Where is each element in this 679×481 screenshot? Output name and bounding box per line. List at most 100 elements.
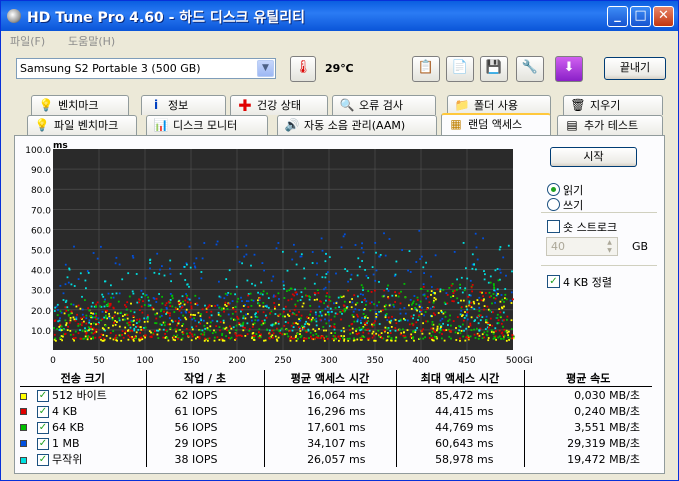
scatter-point bbox=[156, 333, 159, 336]
scatter-point bbox=[395, 337, 397, 340]
series-checkbox[interactable]: ✓ bbox=[37, 421, 49, 434]
title-bar[interactable]: HD Tune Pro 4.60 - 하드 디스크 유틸리티 _ □ ✕ bbox=[1, 1, 678, 31]
close-button[interactable]: ✕ bbox=[653, 6, 674, 27]
scatter-point bbox=[419, 300, 422, 303]
series-checkbox[interactable]: ✓ bbox=[37, 437, 49, 450]
scatter-point bbox=[385, 313, 388, 315]
short-stroke-spinner[interactable]: 40 ▲ ▼ bbox=[546, 237, 618, 256]
scatter-point bbox=[231, 300, 234, 302]
drive-select[interactable]: Samsung S2 Portable 3 (500 GB) ▼ bbox=[16, 58, 276, 79]
scatter-point bbox=[316, 289, 319, 291]
scatter-point bbox=[503, 319, 505, 321]
scatter-point bbox=[416, 299, 419, 301]
scatter-point bbox=[462, 299, 465, 302]
tab-error-scan[interactable]: 🔍 오류 검사 bbox=[332, 95, 436, 115]
tab-disk-monitor[interactable]: 📊 디스크 모니터 bbox=[146, 115, 268, 135]
scatter-point bbox=[133, 329, 136, 332]
scatter-point bbox=[251, 319, 253, 322]
tab-aam[interactable]: 🔊 자동 소음 관리(AAM) bbox=[277, 115, 437, 135]
scatter-point bbox=[365, 328, 368, 331]
short-stroke-checkbox[interactable] bbox=[547, 220, 560, 233]
tab-health[interactable]: ✚ 건강 상태 bbox=[230, 95, 328, 115]
tab-extra-tests[interactable]: ▤ 추가 테스트 bbox=[557, 115, 663, 135]
menu-file[interactable]: 파일(F) bbox=[10, 33, 45, 49]
copy-info-button[interactable]: 📋 bbox=[412, 56, 440, 82]
tab-erase[interactable]: 🗑 지우기 bbox=[563, 95, 663, 115]
scatter-point bbox=[375, 269, 378, 272]
scatter-point bbox=[366, 337, 369, 340]
options-button[interactable]: 🔧 bbox=[516, 56, 544, 82]
scatter-point bbox=[75, 316, 78, 319]
x-tick-label: 500GB bbox=[506, 356, 532, 366]
scatter-point bbox=[188, 245, 191, 248]
maximize-button[interactable]: □ bbox=[630, 6, 651, 27]
start-button[interactable]: 시작 bbox=[550, 147, 637, 167]
scatter-point bbox=[351, 323, 354, 325]
save-button[interactable]: 💾 bbox=[480, 56, 508, 82]
tab-random-access[interactable]: ▦ 랜덤 액세스 bbox=[441, 113, 551, 135]
scatter-point bbox=[226, 308, 229, 310]
scatter-point bbox=[463, 329, 465, 332]
align-4kb-checkbox[interactable]: ✓ bbox=[547, 275, 560, 288]
scatter-point bbox=[410, 308, 413, 310]
scatter-point bbox=[288, 289, 291, 292]
download-button[interactable]: ⬇ bbox=[555, 56, 583, 82]
scatter-point bbox=[185, 328, 188, 330]
series-checkbox[interactable]: ✓ bbox=[37, 454, 49, 466]
tab-info[interactable]: i 정보 bbox=[141, 95, 226, 115]
scatter-point bbox=[109, 304, 112, 306]
menu-help[interactable]: 도움말(H) bbox=[68, 33, 115, 49]
read-radio[interactable] bbox=[547, 183, 560, 196]
scatter-point bbox=[81, 330, 84, 332]
series-checkbox[interactable]: ✓ bbox=[37, 390, 49, 402]
minimize-button[interactable]: _ bbox=[607, 6, 628, 27]
scatter-point bbox=[92, 336, 94, 339]
series-checkbox[interactable]: ✓ bbox=[37, 405, 49, 418]
scatter-point bbox=[282, 280, 285, 283]
scatter-point bbox=[281, 333, 284, 336]
y-tick-label: 50.0 bbox=[31, 247, 51, 257]
y-tick-label: 60.0 bbox=[31, 226, 51, 236]
scatter-point bbox=[473, 308, 476, 310]
spin-down-icon[interactable]: ▼ bbox=[602, 247, 617, 255]
scatter-point bbox=[470, 301, 473, 304]
scatter-point bbox=[292, 326, 295, 328]
exit-button[interactable]: 끝내기 bbox=[604, 57, 666, 80]
scatter-point bbox=[386, 287, 388, 290]
scatter-point bbox=[143, 304, 146, 306]
scatter-point bbox=[425, 297, 428, 300]
scatter-point bbox=[207, 339, 209, 342]
scatter-point bbox=[464, 287, 467, 290]
scatter-point bbox=[207, 328, 209, 331]
scatter-point bbox=[59, 337, 61, 339]
spin-up-icon[interactable]: ▲ bbox=[602, 239, 617, 247]
thermometer-icon: 🌡 bbox=[290, 56, 316, 82]
scatter-point bbox=[272, 336, 274, 339]
scatter-point bbox=[493, 287, 496, 290]
scatter-point bbox=[303, 337, 305, 340]
scatter-point bbox=[504, 288, 507, 290]
scatter-point bbox=[378, 335, 381, 338]
scatter-point bbox=[460, 306, 463, 308]
tab-file-benchmark[interactable]: 💡 파일 벤치마크 bbox=[27, 115, 137, 135]
scatter-point bbox=[123, 318, 126, 321]
scatter-point bbox=[326, 292, 328, 294]
copy-screenshot-button[interactable]: 📄 bbox=[446, 56, 474, 82]
chevron-down-icon[interactable]: ▼ bbox=[257, 60, 274, 77]
max-access-cell: 58,978 ms bbox=[395, 451, 524, 467]
scatter-point bbox=[394, 319, 397, 321]
scatter-point bbox=[469, 335, 472, 338]
scatter-point bbox=[465, 327, 468, 330]
scatter-point bbox=[294, 303, 297, 306]
scatter-point bbox=[342, 327, 345, 329]
scatter-point bbox=[258, 299, 261, 301]
scatter-point bbox=[231, 312, 234, 315]
scatter-point bbox=[274, 295, 277, 298]
scatter-point bbox=[300, 328, 303, 331]
write-radio[interactable] bbox=[547, 198, 560, 211]
tab-folder-usage[interactable]: 📁 폴더 사용 bbox=[447, 95, 551, 115]
tab-benchmark[interactable]: 💡 벤치마크 bbox=[31, 95, 129, 115]
scatter-point bbox=[290, 298, 293, 301]
copy-icon: 📋 bbox=[417, 60, 435, 75]
scatter-point bbox=[420, 255, 423, 258]
